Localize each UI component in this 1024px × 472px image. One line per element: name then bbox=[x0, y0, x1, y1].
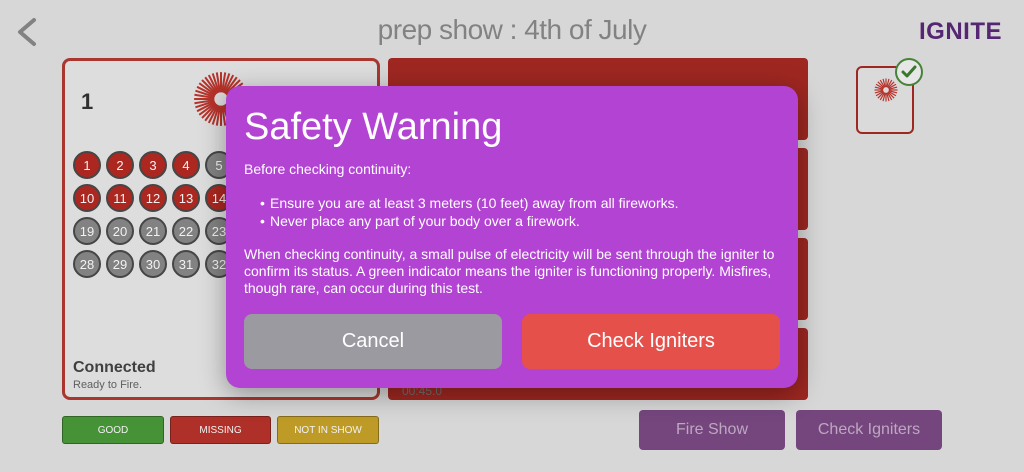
safety-warning-dialog: Safety Warning Before checking continuit… bbox=[226, 86, 798, 388]
dialog-intro: Before checking continuity: bbox=[244, 161, 412, 177]
dialog-bullets: Ensure you are at least 3 meters (10 fee… bbox=[260, 194, 679, 230]
dialog-bullet: Never place any part of your body over a… bbox=[260, 212, 679, 230]
dialog-bullet: Ensure you are at least 3 meters (10 fee… bbox=[260, 194, 679, 212]
confirm-check-igniters-button[interactable]: Check Igniters bbox=[522, 314, 780, 369]
cancel-button[interactable]: Cancel bbox=[244, 314, 502, 369]
dialog-title: Safety Warning bbox=[244, 106, 503, 148]
dialog-paragraph: When checking continuity, a small pulse … bbox=[244, 246, 775, 296]
app-screen: prep show : 4th of July IGNITE 1 1 2 3 4 5 10… bbox=[0, 0, 1024, 472]
